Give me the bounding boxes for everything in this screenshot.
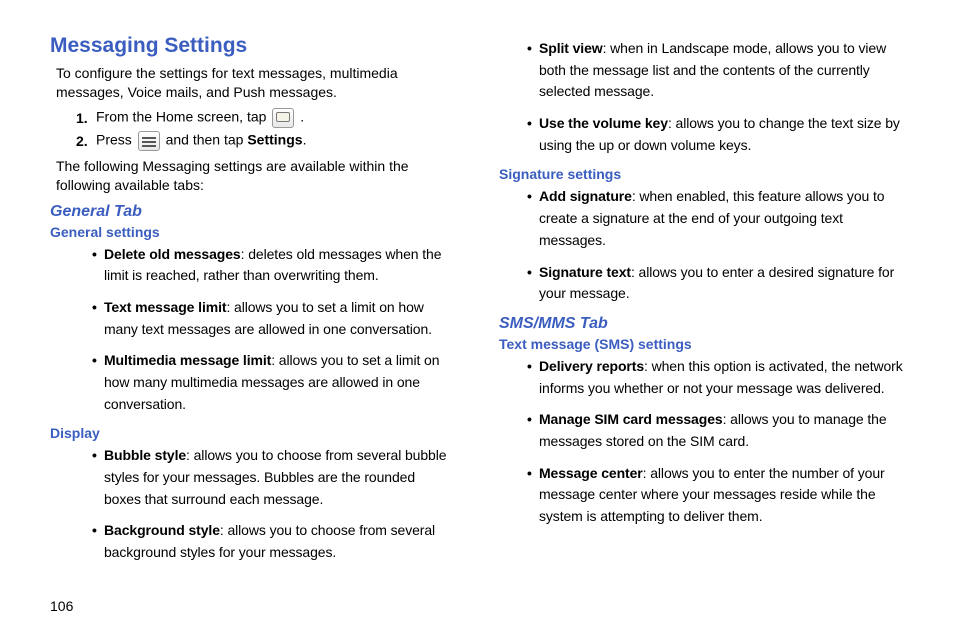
vol-label: Use the volume key — [539, 115, 668, 131]
step-2-mid: and then tap — [166, 131, 248, 147]
list-item: Split view: when in Landscape mode, allo… — [539, 38, 904, 103]
sig-text-label: Signature text — [539, 264, 631, 280]
bg-label: Background style — [104, 522, 220, 538]
text-limit-label: Text message limit — [104, 299, 226, 315]
right-column: Split view: when in Landscape mode, allo… — [499, 34, 904, 574]
center-label: Message center — [539, 465, 643, 481]
list-item: Manage SIM card messages: allows you to … — [539, 409, 904, 452]
list-item: Text message limit: allows you to set a … — [104, 297, 455, 340]
intro-text: To configure the settings for text messa… — [56, 64, 455, 102]
delivery-label: Delivery reports — [539, 358, 644, 374]
sms-settings-heading: Text message (SMS) settings — [499, 336, 904, 352]
follow-text: The following Messaging settings are ava… — [56, 157, 455, 195]
bubble-label: Bubble style — [104, 447, 186, 463]
mm-limit-label: Multimedia message limit — [104, 352, 271, 368]
messaging-icon — [272, 108, 294, 128]
step-1-number: 1. — [76, 110, 96, 126]
left-column: Messaging Settings To configure the sett… — [50, 34, 455, 574]
menu-icon — [138, 131, 160, 151]
step-1-post: . — [300, 108, 304, 124]
list-item: Add signature: when enabled, this featur… — [539, 186, 904, 251]
list-item: Delete old messages: deletes old message… — [104, 244, 455, 287]
list-item: Bubble style: allows you to choose from … — [104, 445, 455, 510]
list-item: Use the volume key: allows you to change… — [539, 113, 904, 156]
step-1: 1. From the Home screen, tap . — [76, 108, 455, 128]
general-settings-heading: General settings — [50, 224, 455, 240]
display-heading: Display — [50, 425, 455, 441]
signature-settings-heading: Signature settings — [499, 166, 904, 182]
split-label: Split view — [539, 40, 603, 56]
settings-label: Settings — [247, 131, 302, 147]
page-number: 106 — [50, 598, 73, 614]
general-tab-heading: General Tab — [50, 203, 455, 221]
list-item: Multimedia message limit: allows you to … — [104, 350, 455, 415]
step-2-post: . — [303, 131, 307, 147]
sim-label: Manage SIM card messages — [539, 411, 723, 427]
list-item: Background style: allows you to choose f… — [104, 520, 455, 563]
page-title: Messaging Settings — [50, 34, 455, 58]
step-1-pre: From the Home screen, tap — [96, 108, 270, 124]
list-item: Signature text: allows you to enter a de… — [539, 262, 904, 305]
step-2: 2. Press and then tap Settings. — [76, 131, 455, 151]
list-item: Message center: allows you to enter the … — [539, 463, 904, 528]
delete-old-label: Delete old messages — [104, 246, 241, 262]
step-2-pre: Press — [96, 131, 136, 147]
add-sig-label: Add signature — [539, 188, 632, 204]
list-item: Delivery reports: when this option is ac… — [539, 356, 904, 399]
step-2-number: 2. — [76, 133, 96, 149]
sms-tab-heading: SMS/MMS Tab — [499, 315, 904, 333]
